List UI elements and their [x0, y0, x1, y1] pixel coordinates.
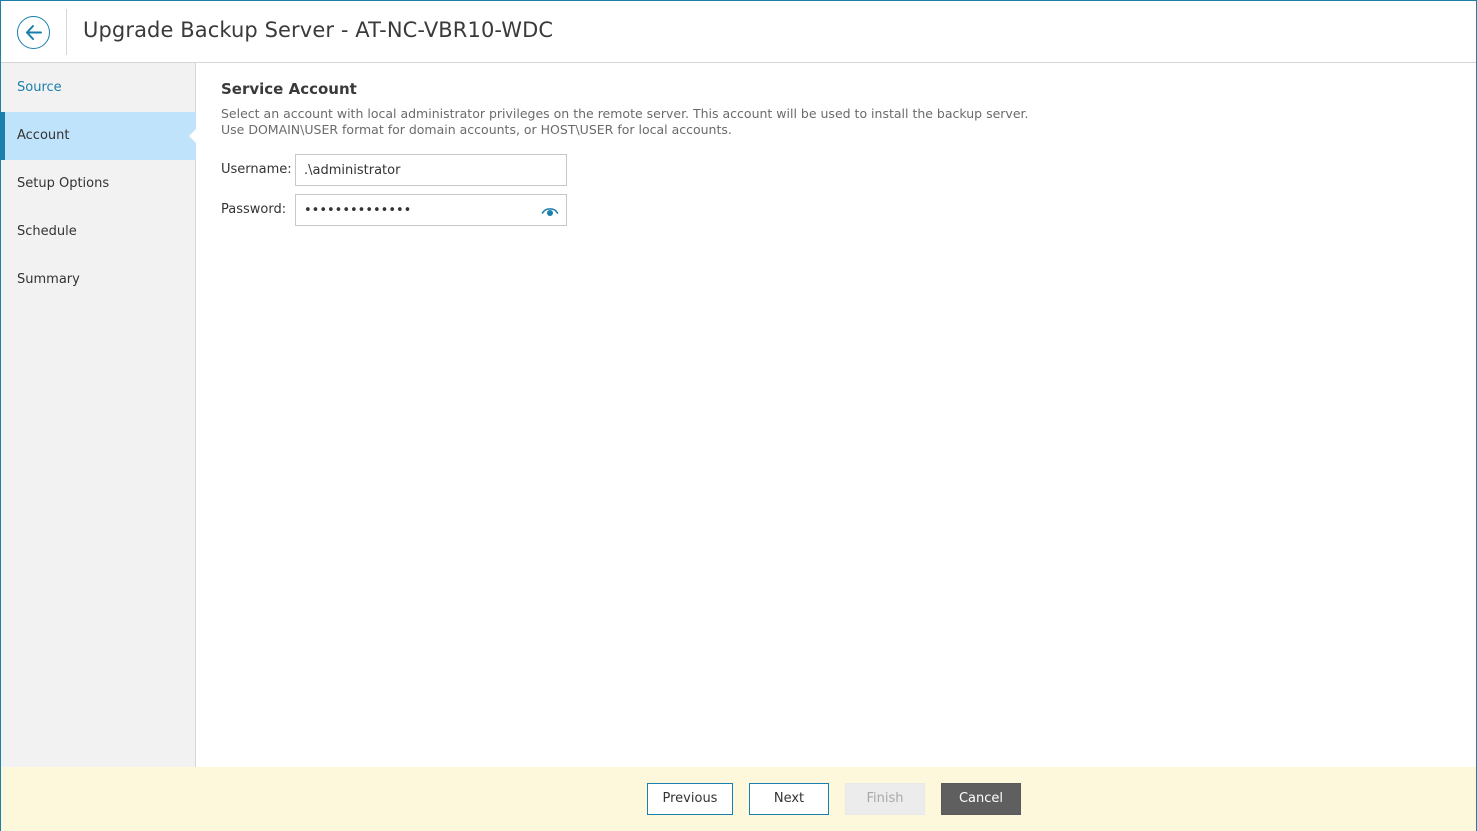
wizard-footer: Previous Next Finish Cancel	[1, 767, 1476, 831]
finish-button[interactable]: Finish	[845, 783, 925, 815]
main-content: Service Account Select an account with l…	[197, 63, 1476, 767]
page-title: Upgrade Backup Server - AT-NC-VBR10-WDC	[83, 18, 554, 42]
cancel-button[interactable]: Cancel	[941, 783, 1021, 815]
sidebar-item-setup-options[interactable]: Setup Options	[1, 160, 196, 208]
active-step-pointer	[189, 128, 197, 144]
username-label: Username:	[221, 162, 292, 177]
section-description: Select an account with local administrat…	[221, 106, 1029, 137]
wizard-window: Upgrade Backup Server - AT-NC-VBR10-WDC …	[0, 0, 1477, 831]
next-button[interactable]: Next	[749, 783, 829, 815]
password-label: Password:	[221, 202, 287, 217]
password-field[interactable]	[295, 194, 567, 226]
eye-icon[interactable]	[541, 203, 559, 221]
arrow-left-icon	[26, 25, 42, 40]
sidebar-item-account[interactable]: Account	[1, 112, 197, 160]
username-field[interactable]	[295, 154, 567, 186]
sidebar-item-schedule[interactable]: Schedule	[1, 208, 196, 256]
back-button[interactable]	[17, 16, 50, 49]
sidebar-item-label: Account	[17, 128, 70, 143]
wizard-header: Upgrade Backup Server - AT-NC-VBR10-WDC	[1, 1, 1476, 63]
previous-button[interactable]: Previous	[647, 783, 733, 815]
wizard-steps-sidebar: Source Account Setup Options Schedule Su…	[1, 63, 197, 767]
sidebar-item-summary[interactable]: Summary	[1, 256, 196, 304]
section-title: Service Account	[221, 80, 357, 98]
header-divider	[66, 9, 67, 55]
sidebar-item-source[interactable]: Source	[1, 64, 196, 112]
